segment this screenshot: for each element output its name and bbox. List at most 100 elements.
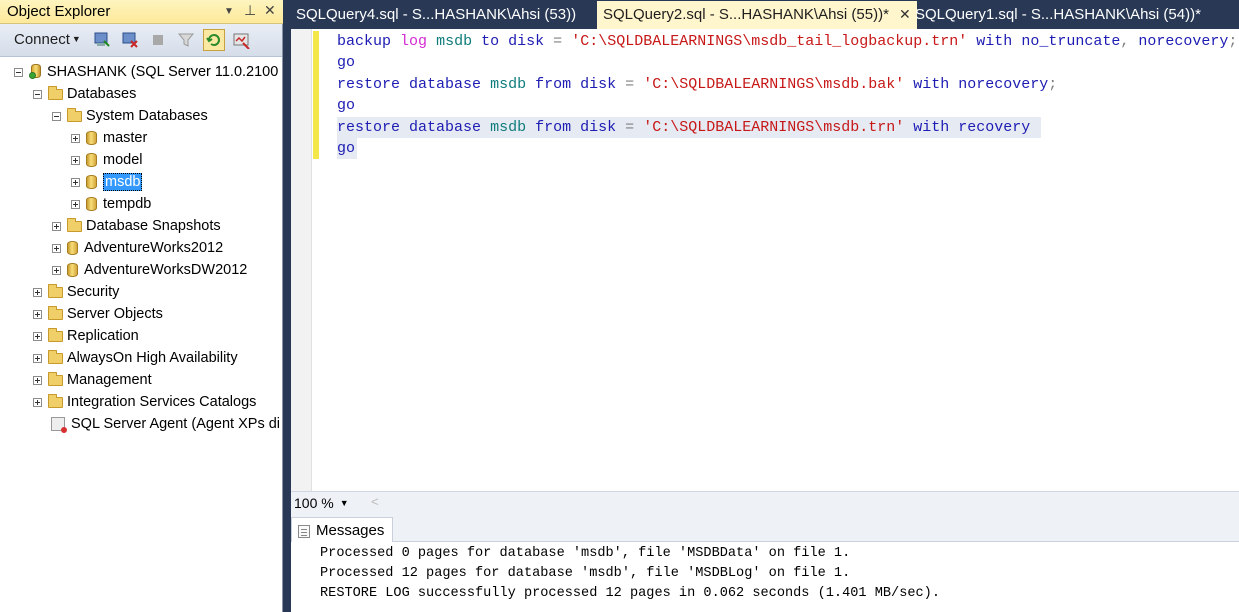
collapse-icon[interactable] (52, 111, 61, 121)
chevron-down-icon: ▼ (71, 34, 81, 44)
database-icon (86, 153, 97, 168)
tree-node-database-snapshots[interactable]: Database Snapshots (52, 216, 221, 236)
disconnect-icon[interactable] (121, 31, 139, 49)
object-explorer-tree: SHASHANK (SQL Server 11.0.2100 Databases… (0, 58, 282, 612)
tab-sqlquery4[interactable]: SQLQuery4.sql - S...HASHANK\Ahsi (53)) (290, 1, 582, 28)
activity-monitor-icon[interactable] (233, 31, 251, 49)
tree-node-replication[interactable]: Replication (33, 326, 139, 346)
tree-label-system-databases: System Databases (86, 108, 208, 124)
messages-tab-label: Messages (316, 522, 385, 539)
expand-icon[interactable] (71, 133, 80, 143)
message-line: RESTORE LOG successfully processed 12 pa… (320, 586, 940, 602)
agent-icon (51, 417, 67, 434)
message-line: Processed 12 pages for database 'msdb', … (320, 566, 851, 582)
tree-label-sql-server-agent: SQL Server Agent (Agent XPs di (71, 416, 281, 432)
expand-icon[interactable] (33, 331, 42, 341)
folder-icon (48, 283, 63, 298)
document-tab-strip: SQLQuery4.sql - S...HASHANK\Ahsi (53)) S… (284, 0, 1239, 29)
tree-label-database-snapshots: Database Snapshots (86, 218, 221, 234)
code-line: go (337, 54, 356, 72)
tree-node-databases[interactable]: Databases (33, 84, 136, 104)
code-line: backup log msdb to disk = 'C:\SQLDBALEAR… (337, 33, 1238, 50)
tree-node-msdb[interactable]: msdb (71, 172, 143, 192)
tree-label-msdb-selected: msdb (103, 173, 143, 191)
tree-label-alwayson: AlwaysOn High Availability (67, 350, 238, 366)
folder-icon (48, 305, 63, 320)
expand-icon[interactable] (33, 353, 42, 363)
tree-label-management: Management (67, 372, 152, 388)
window-position-dropdown-icon[interactable]: ▼ (224, 6, 234, 17)
tab-label: SQLQuery2.sql - S...HASHANK\Ahsi (55))* (603, 6, 889, 23)
message-line: Processed 0 pages for database 'msdb', f… (320, 546, 851, 561)
code-line: go (337, 97, 356, 115)
server-icon (29, 64, 43, 80)
zoom-dropdown[interactable]: 100 % ▼ (294, 495, 349, 511)
expand-icon[interactable] (71, 177, 80, 187)
editor-status-bar: 100 % ▼ < (291, 491, 1239, 515)
expand-icon[interactable] (52, 243, 61, 253)
refresh-icon[interactable] (203, 29, 225, 51)
database-icon (67, 241, 78, 256)
tree-node-master[interactable]: master (71, 128, 147, 148)
tree-node-adventureworksdw2012[interactable]: AdventureWorksDW2012 (52, 260, 247, 280)
tab-label: SQLQuery1.sql - S...HASHANK\Ahsi (54))* (915, 6, 1201, 23)
expand-icon[interactable] (33, 375, 42, 385)
tree-node-server[interactable]: SHASHANK (SQL Server 11.0.2100 (14, 62, 278, 82)
expand-icon[interactable] (52, 221, 61, 231)
folder-icon (48, 85, 63, 100)
tree-label-replication: Replication (67, 328, 139, 344)
tree-label-model: model (103, 152, 143, 168)
scroll-left-arrow-icon[interactable]: < (371, 494, 379, 509)
object-explorer-title: Object Explorer (7, 3, 111, 20)
collapse-icon[interactable] (14, 67, 23, 77)
stop-icon[interactable] (149, 31, 167, 49)
chevron-down-icon: ▼ (339, 498, 349, 508)
results-tab-bar: Messages (291, 515, 1239, 542)
code-line-selected: go (337, 137, 358, 160)
filter-icon[interactable] (177, 31, 195, 49)
tree-node-server-objects[interactable]: Server Objects (33, 304, 163, 324)
tree-node-adventureworks2012[interactable]: AdventureWorks2012 (52, 238, 223, 258)
tree-node-sql-server-agent[interactable]: SQL Server Agent (Agent XPs di (51, 414, 280, 434)
database-icon (86, 197, 97, 212)
expand-icon[interactable] (33, 397, 42, 407)
tree-label-adventureworks2012: AdventureWorks2012 (84, 240, 224, 256)
editor-margin (291, 29, 312, 491)
code-line-selected: restore database msdb from disk = 'C:\SQ… (337, 116, 1042, 138)
tree-node-model[interactable]: model (71, 150, 143, 170)
database-icon (86, 175, 97, 190)
expand-icon[interactable] (33, 287, 42, 297)
code-area[interactable]: backup log msdb to disk = 'C:\SQLDBALEAR… (337, 31, 1238, 160)
expand-icon[interactable] (33, 309, 42, 319)
tree-node-management[interactable]: Management (33, 370, 152, 390)
tab-messages[interactable]: Messages (291, 517, 394, 542)
auto-hide-pin-icon[interactable]: ⊥ (244, 2, 256, 19)
query-editor[interactable]: backup log msdb to disk = 'C:\SQLDBALEAR… (291, 29, 1239, 491)
connect-label: Connect (14, 31, 70, 48)
tree-node-tempdb[interactable]: tempdb (71, 194, 151, 214)
tree-label-server-objects: Server Objects (67, 306, 163, 322)
expand-icon[interactable] (71, 155, 80, 165)
tree-label-adventureworksdw2012: AdventureWorksDW2012 (84, 262, 248, 278)
folder-icon (67, 107, 82, 122)
folder-icon (48, 327, 63, 342)
results-pane: Messages Processed 0 pages for database … (291, 515, 1239, 612)
collapse-icon[interactable] (33, 89, 42, 99)
expand-icon[interactable] (71, 199, 80, 209)
connect-object-explorer-icon[interactable] (93, 31, 111, 49)
connect-button[interactable]: Connect ▼ (14, 31, 81, 48)
tab-sqlquery1[interactable]: SQLQuery1.sql - S...HASHANK\Ahsi (54))* (909, 1, 1207, 28)
tree-node-system-databases[interactable]: System Databases (52, 106, 208, 126)
tree-label-databases: Databases (67, 86, 137, 102)
tree-node-security[interactable]: Security (33, 282, 119, 302)
code-line: restore database msdb from disk = 'C:\SQ… (337, 75, 1058, 93)
tree-label-integration-services: Integration Services Catalogs (67, 394, 257, 410)
tree-node-alwayson[interactable]: AlwaysOn High Availability (33, 348, 238, 368)
close-panel-icon[interactable]: ✕ (264, 2, 276, 19)
expand-icon[interactable] (52, 265, 61, 275)
object-explorer-panel: Object Explorer ▼ ⊥ ✕ Connect ▼ SHASHANK … (0, 0, 283, 612)
messages-output[interactable]: Processed 0 pages for database 'msdb', f… (320, 544, 940, 605)
tab-sqlquery2[interactable]: SQLQuery2.sql - S...HASHANK\Ahsi (55))* ✕ (597, 1, 917, 29)
tree-node-integration-services[interactable]: Integration Services Catalogs (33, 392, 256, 412)
object-explorer-title-bar: Object Explorer ▼ ⊥ ✕ (0, 0, 283, 24)
